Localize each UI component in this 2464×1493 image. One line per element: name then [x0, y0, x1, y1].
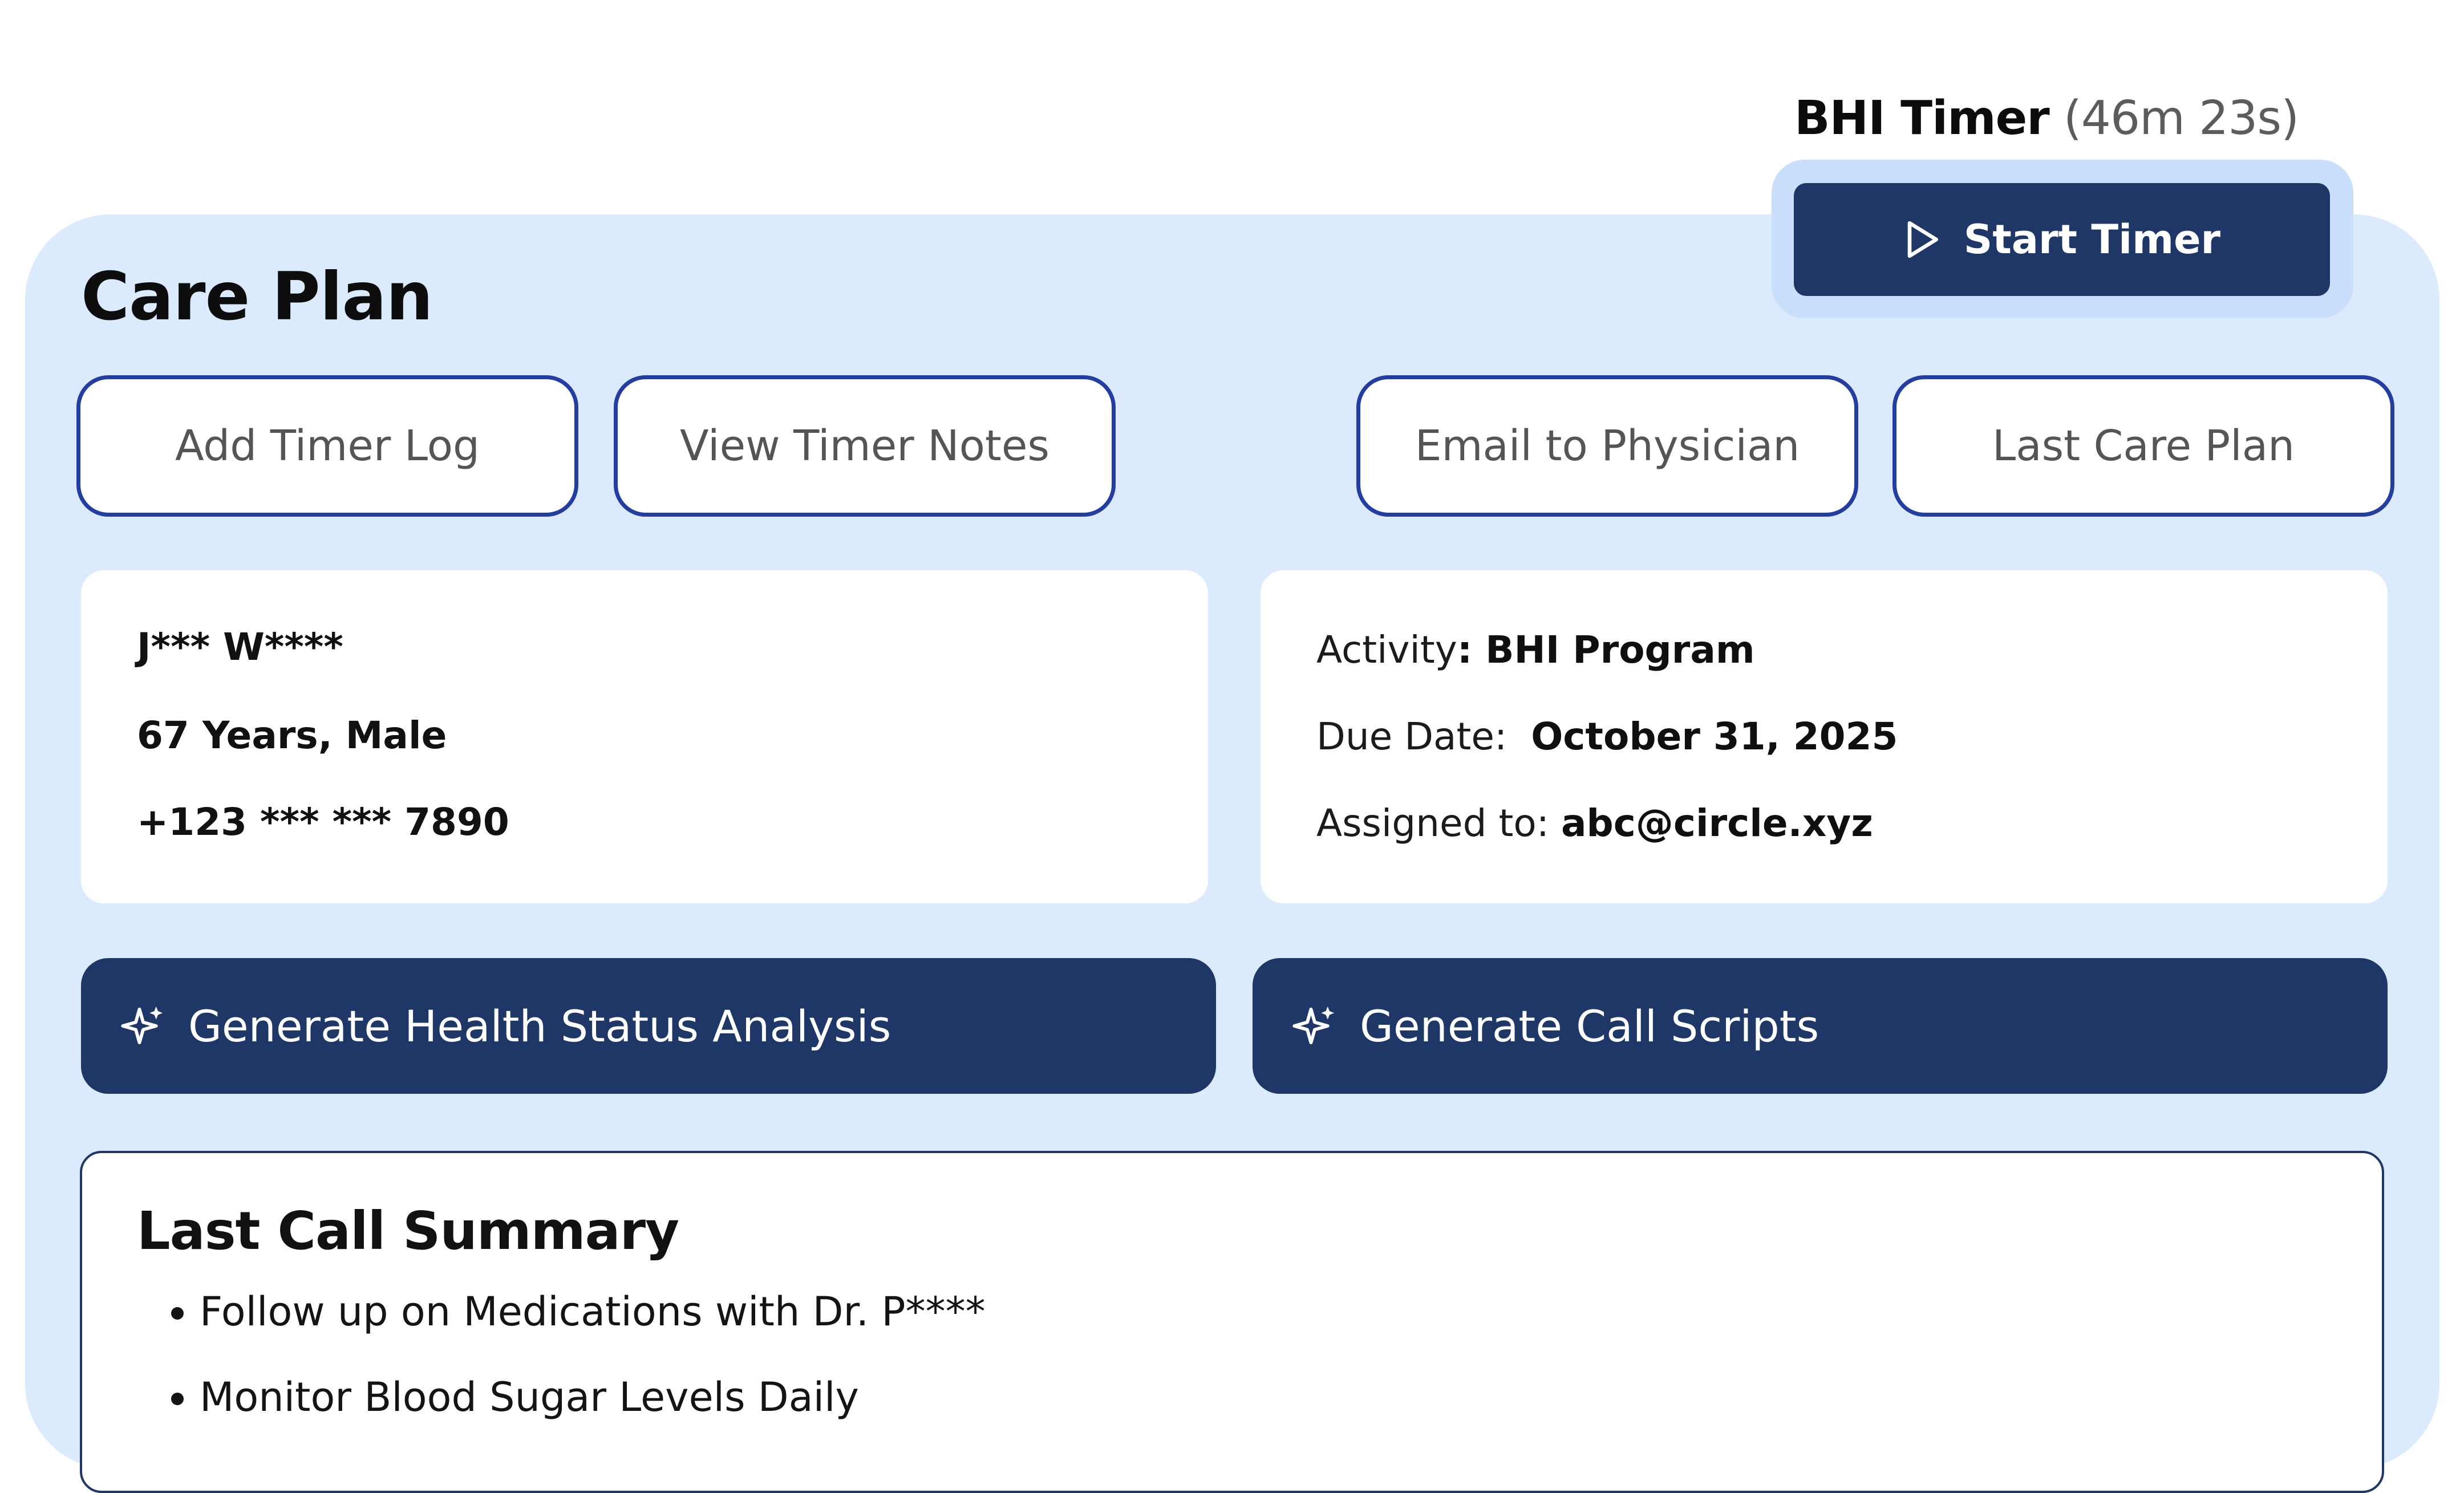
- sparkles-icon: [121, 1006, 163, 1045]
- last-care-plan-button[interactable]: Last Care Plan: [1892, 375, 2394, 517]
- view-timer-notes-button[interactable]: View Timer Notes: [614, 375, 1116, 517]
- patient-phone: +123 *** *** 7890: [137, 800, 509, 844]
- due-date-value: October 31, 2025: [1531, 715, 1898, 758]
- assigned-to-label: Assigned to:: [1316, 801, 1549, 845]
- summary-list: Follow up on Medications with Dr. P**** …: [137, 1283, 986, 1454]
- summary-title: Last Call Summary: [137, 1200, 679, 1261]
- start-timer-label: Start Timer: [1963, 216, 2221, 263]
- due-date-label: Due Date:: [1316, 715, 1507, 758]
- last-call-summary: Last Call Summary Follow up on Medicatio…: [80, 1151, 2384, 1493]
- email-to-physician-button[interactable]: Email to Physician: [1356, 375, 1858, 517]
- assigned-to-row: Assigned to: abc@circle.xyz: [1316, 801, 1873, 846]
- due-date-row: Due Date: October 31, 2025: [1316, 714, 1898, 760]
- generate-call-scripts-label: Generate Call Scripts: [1360, 1000, 1819, 1052]
- patient-name: J*** W****: [137, 625, 343, 669]
- play-icon: [1907, 221, 1938, 258]
- list-item: Monitor Blood Sugar Levels Daily: [200, 1369, 986, 1426]
- generate-call-scripts-button[interactable]: Generate Call Scripts: [1253, 958, 2388, 1094]
- timer-name: BHI Timer: [1794, 91, 2050, 145]
- add-timer-log-button[interactable]: Add Timer Log: [76, 375, 578, 517]
- page-title: Care Plan: [81, 258, 433, 335]
- generate-health-status-button[interactable]: Generate Health Status Analysis: [81, 958, 1216, 1094]
- generate-health-status-label: Generate Health Status Analysis: [188, 1000, 891, 1052]
- assigned-to-value: abc@circle.xyz: [1561, 801, 1873, 845]
- timer-elapsed: (46m 23s): [2063, 91, 2299, 145]
- patient-age-sex: 67 Years, Male: [137, 713, 447, 757]
- sparkles-icon: [1292, 1006, 1335, 1045]
- activity-row: Activity: BHI Program: [1316, 628, 1755, 672]
- list-item: Follow up on Medications with Dr. P****: [200, 1283, 986, 1340]
- activity-label: Activity: [1316, 628, 1457, 672]
- patient-info-card: J*** W**** 67 Years, Male +123 *** *** 7…: [81, 570, 1208, 903]
- activity-info-card: Activity: BHI Program Due Date: October …: [1261, 570, 2388, 903]
- start-timer-button[interactable]: Start Timer: [1794, 183, 2330, 296]
- bhi-timer-label: BHI Timer (46m 23s): [1794, 90, 2299, 147]
- activity-value: BHI Program: [1485, 628, 1755, 672]
